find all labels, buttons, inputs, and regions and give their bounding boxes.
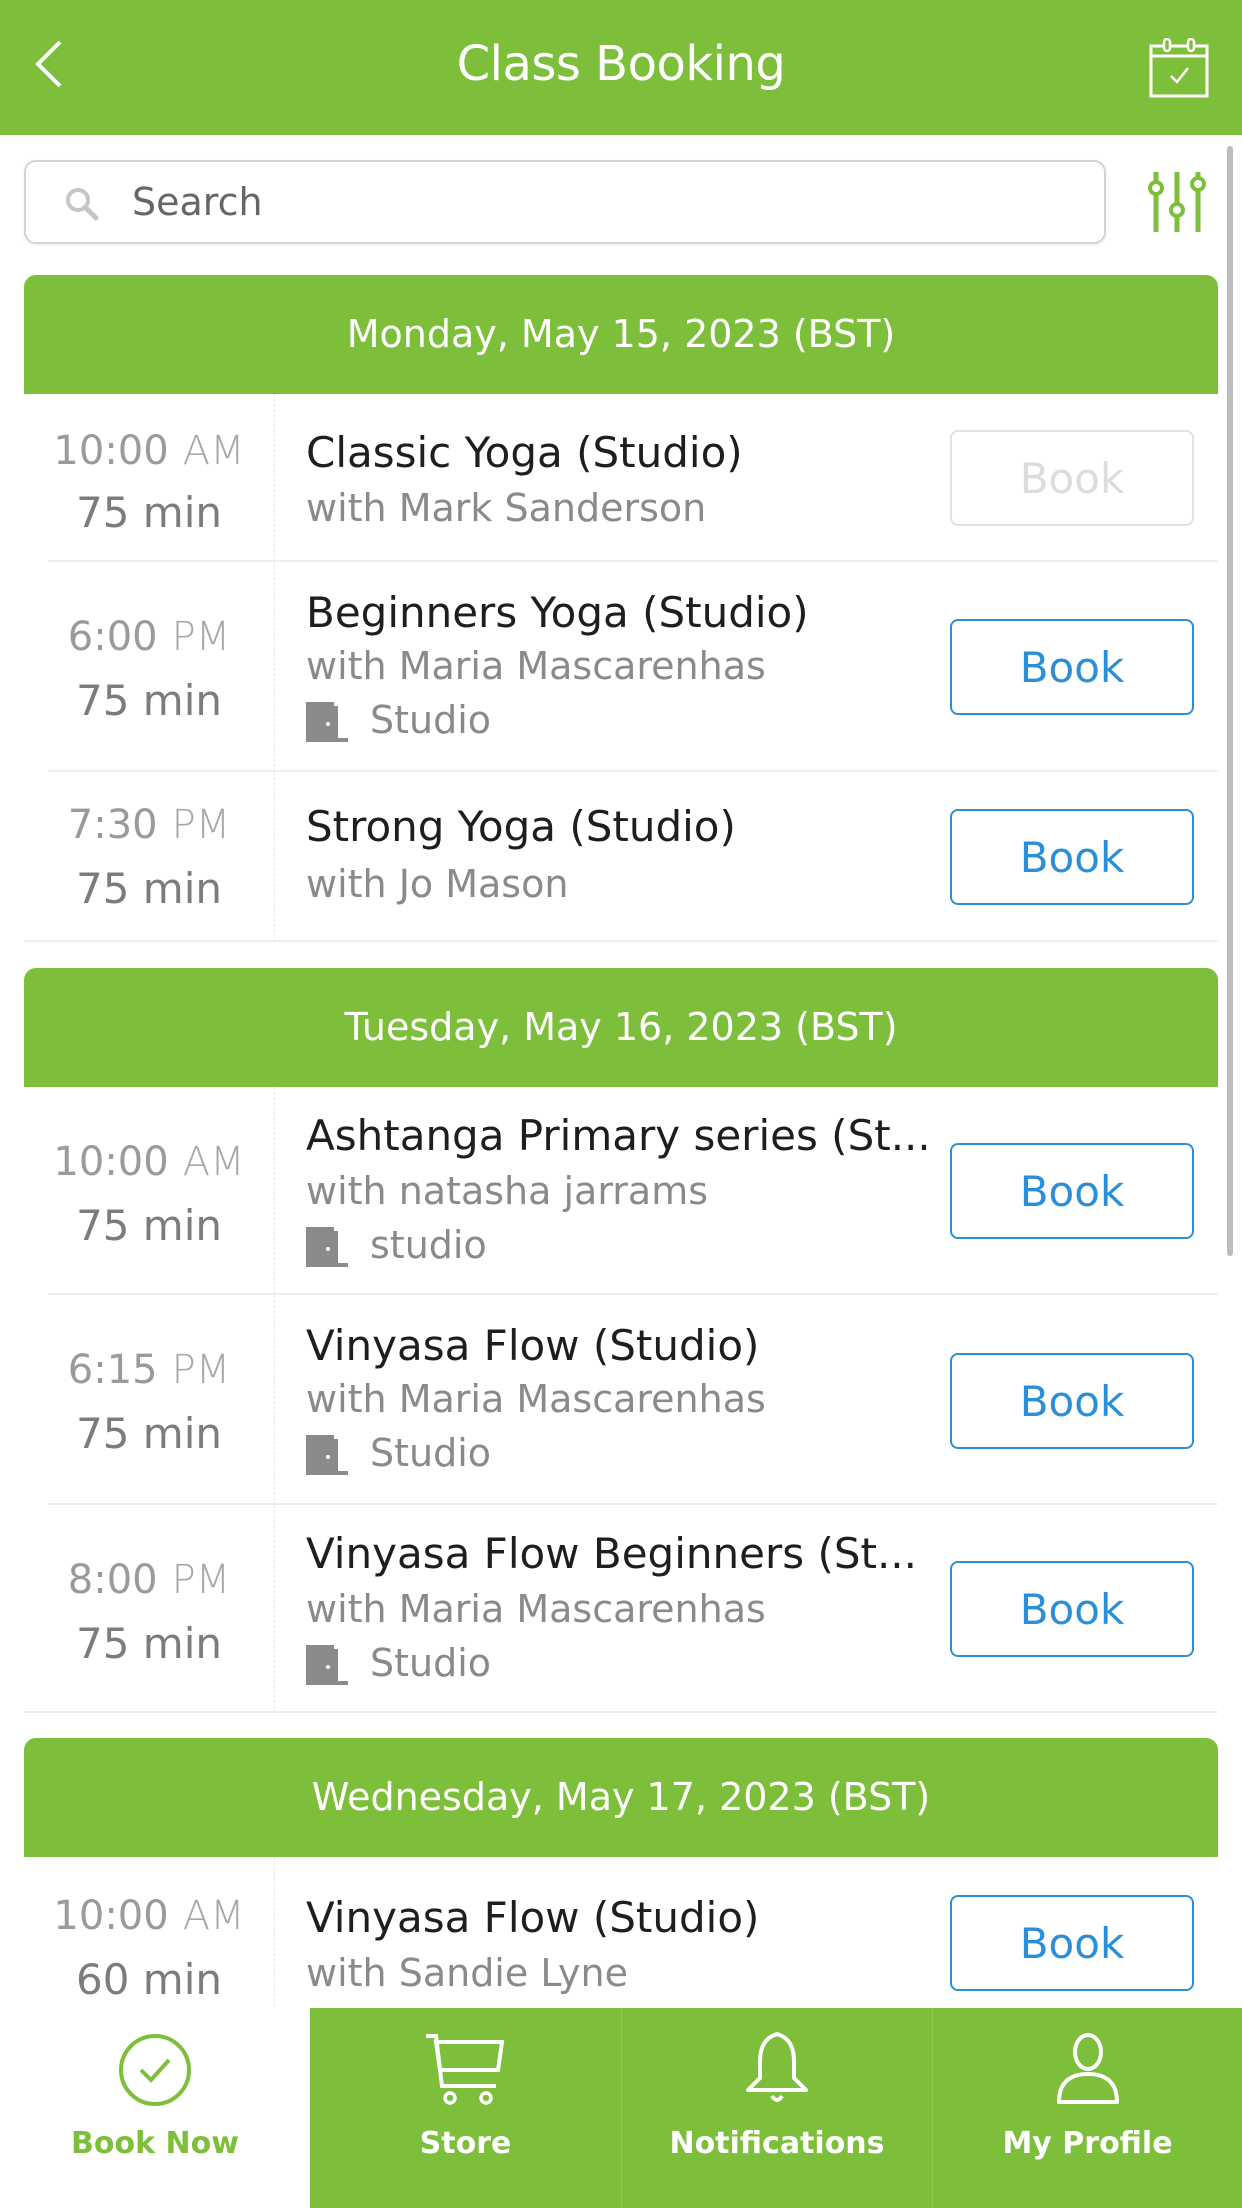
tab-my-profile[interactable]: My Profile bbox=[932, 2008, 1242, 2208]
book-button[interactable]: Book bbox=[950, 619, 1194, 715]
class-row: 10:00 AM 75 min Ashtanga Primary series (… bbox=[24, 1087, 1218, 1295]
class-row: 10:00 AM 75 min Classic Yoga (Studio) wit… bbox=[24, 394, 1218, 562]
class-instructor: with natasha jarrams bbox=[306, 1169, 709, 1213]
day-header-wednesday: Wednesday, May 17, 2023 (BST) bbox=[24, 1738, 1218, 1857]
class-time: 10:00 AM bbox=[53, 428, 245, 474]
check-circle-icon bbox=[119, 2034, 191, 2106]
tab-label: Book Now bbox=[71, 2126, 239, 2161]
book-button[interactable]: Book bbox=[950, 1561, 1194, 1657]
book-button[interactable]: Book bbox=[950, 1143, 1194, 1239]
column-divider bbox=[274, 562, 275, 772]
filter-button[interactable] bbox=[1146, 170, 1208, 234]
class-instructor: with Maria Mascarenhas bbox=[306, 1377, 766, 1421]
page-title: Class Booking bbox=[456, 36, 786, 92]
tab-label: Store bbox=[419, 2126, 512, 2161]
class-name[interactable]: Classic Yoga (Studio) bbox=[306, 428, 926, 477]
class-name[interactable]: Vinyasa Flow (Studio) bbox=[306, 1321, 926, 1370]
bell-icon bbox=[746, 2032, 808, 2102]
column-divider bbox=[274, 1857, 275, 2027]
tab-notifications[interactable]: Notifications bbox=[621, 2008, 932, 2208]
class-duration: 75 min bbox=[76, 1201, 222, 1250]
class-row: 8:00 PM 75 min Vinyasa Flow Beginners (St… bbox=[24, 1505, 1218, 1713]
cart-icon bbox=[425, 2034, 504, 2105]
class-name[interactable]: Beginners Yoga (Studio) bbox=[306, 588, 926, 637]
column-divider bbox=[274, 772, 275, 942]
column-divider bbox=[274, 394, 275, 562]
class-duration: 75 min bbox=[76, 488, 222, 537]
book-button[interactable]: Book bbox=[950, 430, 1194, 526]
class-instructor: with Jo Mason bbox=[306, 862, 569, 906]
row-divider bbox=[24, 940, 1218, 942]
column-divider bbox=[274, 1295, 275, 1505]
class-duration: 60 min bbox=[76, 1955, 222, 2004]
calendar-button[interactable] bbox=[1148, 37, 1210, 98]
class-instructor: with Maria Mascarenhas bbox=[306, 644, 766, 688]
class-time: 7:30 PM bbox=[67, 802, 231, 848]
class-row: 7:30 PM 75 min Strong Yoga (Studio) with … bbox=[24, 772, 1218, 942]
column-divider bbox=[274, 1087, 275, 1295]
book-button[interactable]: Book bbox=[950, 809, 1194, 905]
tab-store[interactable]: Store bbox=[310, 2008, 621, 2208]
scrollbar[interactable] bbox=[1227, 146, 1233, 1256]
class-name[interactable]: Strong Yoga (Studio) bbox=[306, 802, 926, 851]
class-duration: 75 min bbox=[76, 1619, 222, 1668]
row-divider bbox=[24, 1711, 1218, 1713]
calendar-check-icon bbox=[1149, 37, 1209, 98]
door-icon bbox=[306, 1645, 348, 1685]
class-row: 10:00 AM 60 min Vinyasa Flow (Studio) wit… bbox=[24, 1857, 1218, 2027]
class-instructor: with Mark Sanderson bbox=[306, 486, 707, 530]
class-time: 8:00 PM bbox=[67, 1557, 231, 1603]
class-time: 10:00 AM bbox=[53, 1139, 245, 1185]
tab-bar: Book Now Store Notifications My Profile bbox=[0, 2008, 1242, 2208]
class-row: 6:15 PM 75 min Vinyasa Flow (Studio) with… bbox=[24, 1295, 1218, 1505]
class-row: 6:00 PM 75 min Beginners Yoga (Studio) wi… bbox=[24, 562, 1218, 772]
class-name[interactable]: Vinyasa Flow Beginners (St... bbox=[306, 1529, 926, 1578]
sliders-icon bbox=[1148, 172, 1206, 232]
search-box bbox=[24, 160, 1106, 244]
class-duration: 75 min bbox=[76, 676, 222, 725]
door-icon bbox=[306, 702, 348, 742]
door-icon bbox=[306, 1435, 348, 1475]
day-header-tuesday: Tuesday, May 16, 2023 (BST) bbox=[24, 968, 1218, 1087]
class-time: 6:15 PM bbox=[67, 1347, 231, 1393]
book-button[interactable]: Book bbox=[950, 1353, 1194, 1449]
class-name[interactable]: Vinyasa Flow (Studio) bbox=[306, 1893, 926, 1942]
class-time: 6:00 PM bbox=[67, 614, 231, 660]
day-header-monday: Monday, May 15, 2023 (BST) bbox=[24, 275, 1218, 394]
search-icon bbox=[66, 188, 99, 221]
class-time: 10:00 AM bbox=[53, 1893, 245, 1939]
class-instructor: with Sandie Lyne bbox=[306, 1951, 628, 1995]
book-button[interactable]: Book bbox=[950, 1895, 1194, 1991]
class-name[interactable]: Ashtanga Primary series (St... bbox=[306, 1111, 926, 1160]
column-divider bbox=[274, 1505, 275, 1713]
top-bar: Class Booking bbox=[0, 0, 1242, 135]
tab-label: My Profile bbox=[1002, 2126, 1173, 2161]
class-duration: 75 min bbox=[76, 864, 222, 913]
class-instructor: with Maria Mascarenhas bbox=[306, 1587, 766, 1631]
tab-book-now[interactable]: Book Now bbox=[0, 2008, 310, 2208]
class-duration: 75 min bbox=[76, 1409, 222, 1458]
search-input[interactable] bbox=[132, 172, 1072, 232]
tab-label: Notifications bbox=[669, 2126, 885, 2161]
user-icon bbox=[1056, 2033, 1119, 2104]
door-icon bbox=[306, 1227, 348, 1267]
